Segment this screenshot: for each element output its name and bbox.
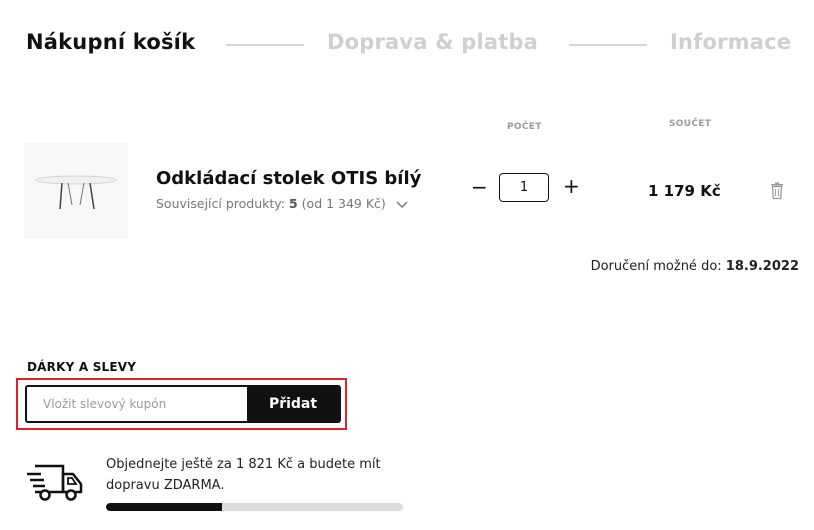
delivery-date: 18.9.2022 <box>725 259 799 274</box>
free-shipping-remaining-amount: 1 821 Kč <box>235 457 293 472</box>
free-shipping-text-before: Objednejte ještě za <box>106 457 232 472</box>
step-divider <box>569 44 647 46</box>
coupon-input[interactable] <box>27 387 247 421</box>
free-shipping-progress-bar <box>106 503 403 511</box>
related-products-price-from: (od 1 349 Kč) <box>301 196 386 211</box>
quantity-input[interactable]: 1 <box>499 173 549 202</box>
step-divider <box>226 44 304 46</box>
step-information[interactable]: Informace <box>670 30 791 54</box>
delivery-label: Doručení možné do: <box>590 259 722 274</box>
side-table-image <box>35 175 117 210</box>
decrease-quantity-button[interactable]: − <box>471 177 488 197</box>
chevron-down-icon <box>396 200 408 208</box>
remove-item-button[interactable] <box>769 182 785 200</box>
line-total-price: 1 179 Kč <box>648 182 721 200</box>
related-products-label: Související produkty: <box>156 196 285 211</box>
trash-icon <box>771 182 783 200</box>
coupon-form: Přidat <box>25 385 341 423</box>
delivery-truck-icon <box>27 462 85 504</box>
gifts-discounts-heading: DÁRKY A SLEVY <box>27 360 137 374</box>
related-products-toggle[interactable]: Související produkty: 5 (od 1 349 Kč) <box>156 196 408 211</box>
related-products-count: 5 <box>288 196 298 211</box>
step-cart: Nákupní košík <box>26 30 196 54</box>
free-shipping-message: Objednejte ještě za 1 821 Kč a budete mí… <box>106 454 406 496</box>
delivery-estimate: Doručení možné do: 18.9.2022 <box>591 259 799 274</box>
quantity-value: 1 <box>519 180 529 195</box>
product-name[interactable]: Odkládací stolek OTIS bílý <box>156 168 421 189</box>
column-header-total: SOUČET <box>669 119 712 129</box>
add-coupon-button[interactable]: Přidat <box>247 387 339 421</box>
step-shipping-payment[interactable]: Doprava & platba <box>327 30 538 54</box>
column-header-quantity: POČET <box>507 122 542 132</box>
increase-quantity-button[interactable]: + <box>563 176 580 196</box>
free-shipping-progress-fill <box>106 503 222 511</box>
product-image[interactable] <box>24 143 128 239</box>
